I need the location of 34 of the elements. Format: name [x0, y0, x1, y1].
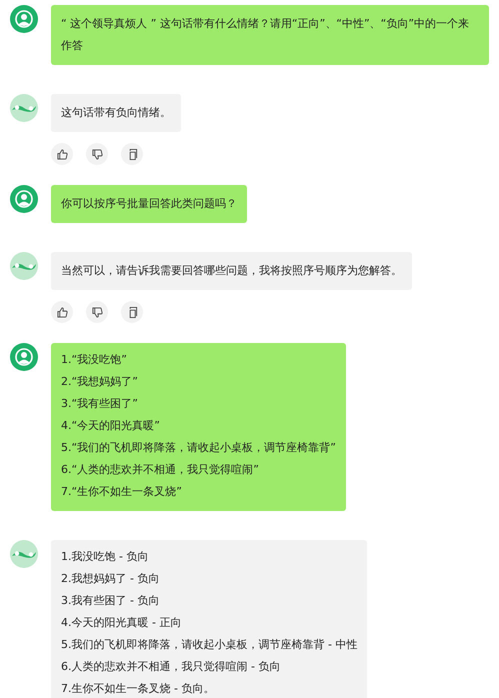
message-text: 6.“人类的悲欢并不相通，我只觉得喧闹”: [61, 462, 260, 478]
message-text: 这句话带有负向情绪。: [61, 105, 171, 121]
user-avatar-icon: [10, 343, 38, 371]
thumbs-down-icon: [92, 148, 102, 160]
assistant-avatar-icon: [10, 94, 38, 122]
message-text: 你可以按序号批量回答此类问题吗？: [61, 196, 237, 212]
message-text: 1.我没吃饱 - 负向: [61, 549, 150, 565]
message-text: 2.“我想妈妈了”: [61, 374, 139, 390]
message-text: 5.我们的飞机即将降落，请收起小桌板，调节座椅靠背 - 中性: [61, 637, 358, 653]
user-avatar-icon: [10, 185, 38, 213]
message-text: “ 这个领导真烦人 ” 这句话带有什么情绪？请用“正向”、“中性”、“负向”中的一个来作答: [61, 16, 470, 54]
message-text: 1.“我没吃饱”: [61, 352, 128, 368]
copy-button[interactable]: [121, 301, 143, 323]
thumbs-up-icon: [56, 148, 68, 160]
message-text: 4.“今天的阳光真暖”: [61, 418, 161, 434]
message-text: 3.“我有些困了”: [61, 396, 139, 412]
message-text: 5.“我们的飞机即将降落，请收起小桌板，调节座椅靠背”: [61, 440, 336, 456]
message-text: 6.人类的悲欢并不相通，我只觉得喧闹 - 负向: [61, 659, 282, 675]
message-text: 4.今天的阳光真暖 - 正向: [61, 615, 182, 631]
thumbs-down-button[interactable]: [86, 301, 108, 323]
message-text: 3.我有些困了 - 负向: [61, 593, 160, 609]
message-text: 7.生你不如生一条叉烧 - 负向。: [61, 681, 216, 697]
thumbs-up-button[interactable]: [51, 143, 73, 165]
thumbs-down-icon: [92, 306, 102, 318]
thumbs-up-button[interactable]: [51, 301, 73, 323]
assistant-avatar-icon: [10, 252, 38, 280]
message-text: 2.我想妈妈了 - 负向: [61, 571, 160, 587]
message-text: 7.“生你不如生一条叉烧”: [61, 484, 183, 500]
thumbs-down-button[interactable]: [86, 143, 108, 165]
user-avatar-icon: [10, 5, 38, 33]
message-text: 当然可以，请告诉我需要回答哪些问题，我将按照序号顺序为您解答。: [61, 263, 402, 279]
thumbs-up-icon: [56, 306, 68, 318]
assistant-avatar-icon: [10, 540, 38, 568]
copy-button[interactable]: [121, 143, 143, 165]
